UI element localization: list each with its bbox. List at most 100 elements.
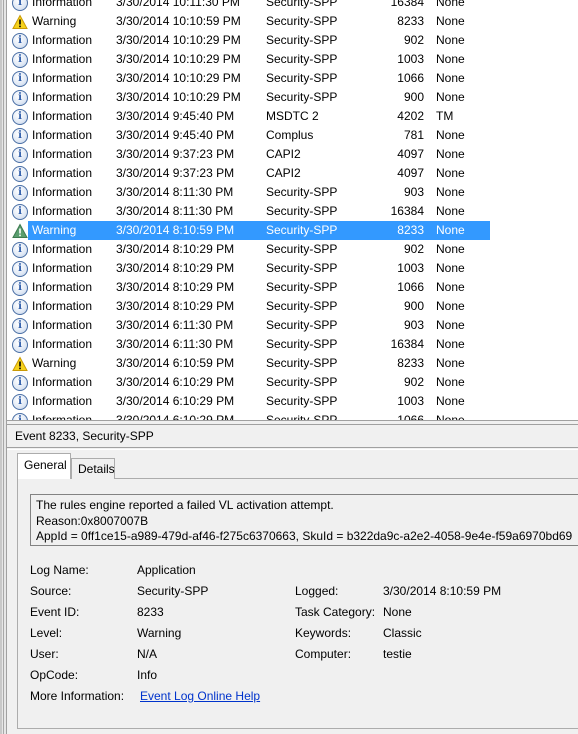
event-id-cell: 903 bbox=[403, 185, 424, 199]
event-row[interactable]: i Information 3/30/2014 8:10:29 PM Security… bbox=[7, 259, 578, 278]
level-cell: Information bbox=[32, 318, 93, 332]
opcode-value: Info bbox=[137, 668, 158, 682]
level-cell: Information bbox=[32, 394, 93, 408]
event-detail-header: Event 8233, Security-SPP bbox=[7, 425, 578, 448]
task-category-label: Task Category: bbox=[295, 605, 376, 619]
event-row[interactable]: i Information 3/30/2014 6:11:30 PM Security… bbox=[7, 335, 578, 354]
source-cell: Security-SPP bbox=[266, 52, 338, 66]
event-id-cell: 4097 bbox=[397, 166, 424, 180]
event-id-cell: 8233 bbox=[397, 14, 424, 28]
event-row[interactable]: i Information 3/30/2014 10:10:29 PM Securit… bbox=[7, 88, 578, 107]
event-id-cell: 16384 bbox=[390, 337, 424, 351]
event-row[interactable]: i Information 3/30/2014 6:10:29 PM Security… bbox=[7, 411, 578, 420]
event-log-online-help-link[interactable]: Event Log Online Help bbox=[140, 686, 260, 707]
source-cell: Security-SPP bbox=[266, 394, 338, 408]
event-row[interactable]: i Information 3/30/2014 9:45:40 PM MSDTC 2 4… bbox=[7, 107, 578, 126]
event-id-cell: 903 bbox=[403, 318, 424, 332]
user-label: User: bbox=[30, 647, 59, 661]
task-category-cell: None bbox=[436, 375, 465, 389]
level-cell: Warning bbox=[32, 14, 77, 28]
event-row[interactable]: i Information 3/30/2014 9:45:40 PM Complus 7… bbox=[7, 126, 578, 145]
date-time-cell: 3/30/2014 9:45:40 PM bbox=[116, 128, 235, 142]
event-id-cell: 1066 bbox=[397, 280, 424, 294]
date-time-cell: 3/30/2014 10:10:29 PM bbox=[116, 71, 241, 85]
event-row[interactable]: i Information 3/30/2014 10:10:29 PM Securit… bbox=[7, 69, 578, 88]
date-time-cell: 3/30/2014 9:37:23 PM bbox=[116, 147, 235, 161]
event-row[interactable]: i Information 3/30/2014 8:11:30 PM Security… bbox=[7, 183, 578, 202]
level-cell: Information bbox=[32, 280, 93, 294]
source-cell: Security-SPP bbox=[266, 356, 338, 370]
event-row[interactable]: i Information 3/30/2014 6:10:29 PM Security… bbox=[7, 392, 578, 411]
event-row[interactable]: i Information 3/30/2014 10:10:29 PM Securit… bbox=[7, 31, 578, 50]
task-category-cell: None bbox=[436, 71, 465, 85]
date-time-cell: 3/30/2014 6:10:29 PM bbox=[116, 413, 235, 420]
level-cell: Information bbox=[32, 90, 93, 104]
task-category-cell: None bbox=[436, 242, 465, 256]
event-row[interactable]: i Information 3/30/2014 10:10:29 PM Securit… bbox=[7, 50, 578, 69]
date-time-cell: 3/30/2014 8:10:29 PM bbox=[116, 242, 235, 256]
event-row[interactable]: i Information 3/30/2014 8:10:29 PM Security… bbox=[7, 240, 578, 259]
source-cell: Security-SPP bbox=[266, 299, 338, 313]
level-cell: Information bbox=[32, 375, 93, 389]
event-list[interactable]: i Information 3/30/2014 10:11:30 PM Securit… bbox=[7, 0, 578, 420]
info-icon: i bbox=[12, 185, 28, 201]
info-icon: i bbox=[12, 280, 28, 296]
window-left-border bbox=[0, 0, 7, 734]
date-time-cell: 3/30/2014 6:10:29 PM bbox=[116, 375, 235, 389]
date-time-cell: 3/30/2014 10:11:30 PM bbox=[116, 0, 240, 9]
task-category-cell: None bbox=[436, 33, 465, 47]
info-icon: i bbox=[12, 33, 28, 49]
source-cell: CAPI2 bbox=[266, 166, 301, 180]
info-icon: i bbox=[12, 261, 28, 277]
event-row[interactable]: i Information 3/30/2014 8:11:30 PM Security… bbox=[7, 202, 578, 221]
date-time-cell: 3/30/2014 6:10:59 PM bbox=[116, 356, 235, 370]
info-icon: i bbox=[12, 318, 28, 334]
event-row[interactable]: Warning 3/30/2014 10:10:59 PM Security-SPP… bbox=[7, 12, 578, 31]
event-row[interactable]: i Information 3/30/2014 6:11:30 PM Security… bbox=[7, 316, 578, 335]
tab-details[interactable]: Details bbox=[71, 458, 115, 479]
event-id-cell: 1066 bbox=[397, 413, 424, 420]
date-time-cell: 3/30/2014 8:11:30 PM bbox=[116, 204, 234, 218]
event-row[interactable]: i Information 3/30/2014 8:10:29 PM Security… bbox=[7, 297, 578, 316]
event-description[interactable]: The rules engine reported a failed VL ac… bbox=[30, 494, 578, 546]
level-label: Level: bbox=[30, 626, 63, 640]
tab-general[interactable]: General bbox=[17, 453, 71, 479]
keywords-value: Classic bbox=[383, 626, 422, 640]
level-cell: Information bbox=[32, 128, 93, 142]
level-cell: Information bbox=[32, 109, 93, 123]
event-row[interactable]: i Information 3/30/2014 10:11:30 PM Securit… bbox=[7, 0, 578, 12]
source-cell: MSDTC 2 bbox=[266, 109, 319, 123]
computer-label: Computer: bbox=[295, 647, 352, 661]
source-cell: Complus bbox=[266, 128, 314, 142]
info-icon: i bbox=[12, 71, 28, 87]
event-id-cell: 902 bbox=[403, 33, 424, 47]
source-cell: Security-SPP bbox=[266, 261, 338, 275]
info-icon: i bbox=[12, 90, 28, 106]
level-cell: Information bbox=[32, 261, 93, 275]
event-row[interactable]: i Information 3/30/2014 6:10:29 PM Security… bbox=[7, 373, 578, 392]
computer-value: testie bbox=[383, 647, 412, 661]
source-cell: Security-SPP bbox=[266, 242, 338, 256]
info-icon: i bbox=[12, 166, 28, 182]
level-cell: Information bbox=[32, 204, 93, 218]
event-id-label: Event ID: bbox=[30, 605, 80, 619]
event-row[interactable]: Warning 3/30/2014 6:10:59 PM Security-SPP 8… bbox=[7, 354, 578, 373]
event-row[interactable]: i Information 3/30/2014 8:10:29 PM Security… bbox=[7, 278, 578, 297]
task-category-cell: None bbox=[436, 185, 465, 199]
keywords-label: Keywords: bbox=[295, 626, 352, 640]
info-icon: i bbox=[12, 128, 28, 144]
event-row[interactable]: Warning 3/30/2014 8:10:59 PM Security-SPP 8… bbox=[7, 221, 578, 240]
level-cell: Information bbox=[32, 147, 93, 161]
task-category-cell: None bbox=[436, 394, 465, 408]
event-id-cell: 4097 bbox=[397, 147, 424, 161]
event-row[interactable]: i Information 3/30/2014 9:37:23 PM CAPI2 409… bbox=[7, 164, 578, 183]
event-id-cell: 781 bbox=[403, 128, 424, 142]
info-icon: i bbox=[12, 242, 28, 258]
event-id-cell: 902 bbox=[403, 375, 424, 389]
event-row[interactable]: i Information 3/30/2014 9:37:23 PM CAPI2 409… bbox=[7, 145, 578, 164]
date-time-cell: 3/30/2014 6:11:30 PM bbox=[116, 318, 234, 332]
source-value: Security-SPP bbox=[137, 584, 209, 598]
warning-icon bbox=[12, 356, 28, 372]
source-cell: Security-SPP bbox=[266, 71, 338, 85]
event-id-cell: 8233 bbox=[397, 223, 424, 237]
